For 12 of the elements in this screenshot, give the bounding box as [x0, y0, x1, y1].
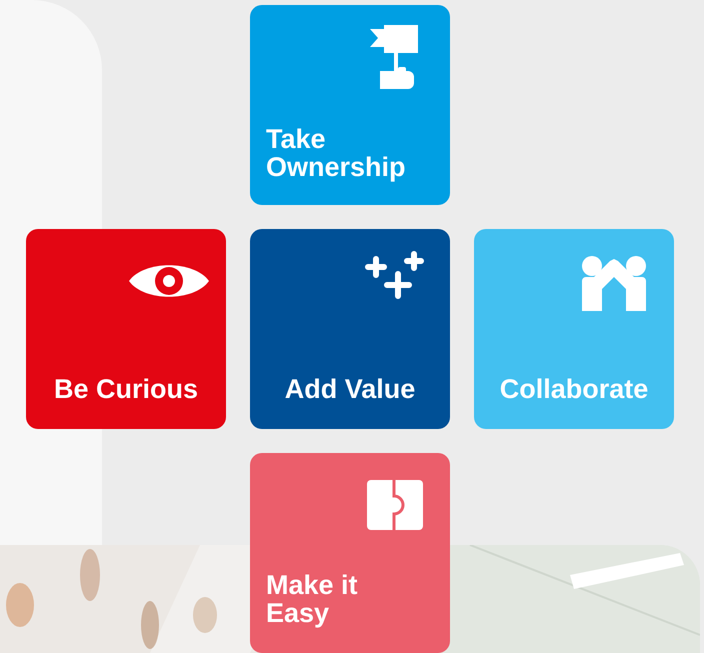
- tile-label: Take Ownership: [266, 125, 407, 181]
- high-five-people-icon: [580, 255, 648, 311]
- value-tile[interactable]: Add Value: [250, 229, 450, 429]
- tile-label: Be Curious: [54, 375, 198, 403]
- value-tile[interactable]: Collaborate: [474, 229, 674, 429]
- puzzle-icon: [366, 479, 424, 531]
- value-tile[interactable]: Take Ownership: [250, 5, 450, 205]
- value-tile[interactable]: Be Curious: [26, 229, 226, 429]
- tile-label: Collaborate: [500, 375, 648, 403]
- tile-label: Add Value: [284, 375, 416, 403]
- tile-label: Make it Easy: [266, 571, 359, 627]
- value-tile[interactable]: Make it Easy: [250, 453, 450, 653]
